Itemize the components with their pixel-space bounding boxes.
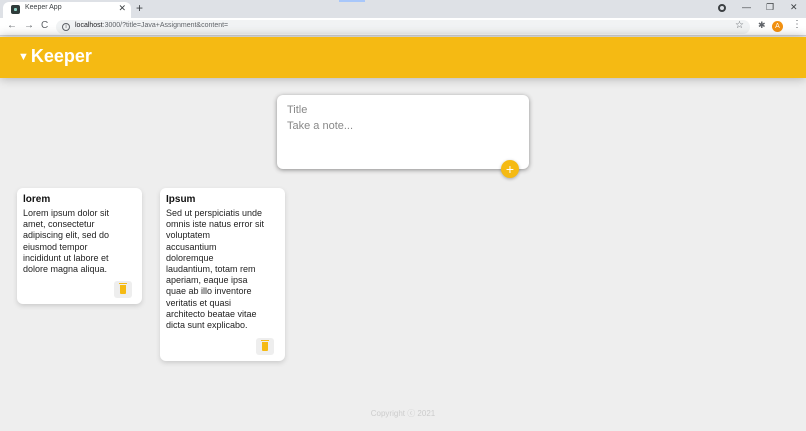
delete-note-button[interactable] — [256, 338, 274, 355]
browser-tab-bar: Keeper App ✕ + — ❐ ✕ — [0, 0, 806, 18]
note-title: Ipsum — [166, 194, 196, 205]
note-title-input[interactable] — [287, 102, 519, 118]
info-icon[interactable]: i — [62, 23, 70, 31]
window-close-button[interactable]: ✕ — [790, 2, 798, 13]
note-content-input[interactable] — [287, 120, 519, 160]
minimize-button[interactable]: — — [742, 2, 751, 12]
note-content: Sed ut perspiciatis unde omnis iste natu… — [166, 208, 265, 331]
tab-title: Keeper App — [25, 4, 62, 11]
footer-copyright: Copyright ⓒ 2021 — [370, 409, 436, 418]
maximize-button[interactable]: ❐ — [766, 2, 774, 13]
extensions-icon[interactable]: ✱ — [758, 20, 766, 31]
favicon-icon — [11, 5, 20, 14]
create-note-form — [277, 95, 529, 169]
bookmark-star-icon[interactable]: ☆ — [735, 20, 744, 31]
trash-icon — [119, 283, 127, 294]
profile-avatar[interactable]: A — [772, 21, 783, 32]
url-text[interactable]: localhost:3000/?title=Java+Assignment&co… — [75, 22, 228, 29]
new-tab-button[interactable]: + — [136, 1, 143, 15]
add-note-button[interactable]: + — [501, 160, 519, 178]
forward-button[interactable]: → — [24, 20, 34, 31]
app-logo: ▼ Keeper — [18, 46, 92, 66]
browser-tab[interactable]: Keeper App ✕ — [3, 2, 131, 18]
app-header: ▼ Keeper — [0, 37, 806, 78]
tab-close-icon[interactable]: ✕ — [118, 3, 126, 14]
address-bar[interactable]: i localhost:3000/?title=Java+Assignment&… — [56, 20, 750, 34]
logo-mark-icon: ▼ — [18, 51, 29, 63]
note-card: lorem Lorem ipsum dolor sit amet, consec… — [17, 188, 142, 304]
back-button[interactable]: ← — [7, 20, 17, 31]
trash-icon — [261, 340, 269, 351]
note-card: Ipsum Sed ut perspiciatis unde omnis ist… — [160, 188, 285, 361]
reload-button[interactable]: C — [41, 20, 48, 31]
browser-toolbar: ← → C i localhost:3000/?title=Java+Assig… — [0, 18, 806, 36]
record-icon[interactable] — [718, 4, 726, 12]
tab-strip-indicator — [339, 0, 365, 2]
note-title: lorem — [23, 194, 51, 205]
delete-note-button[interactable] — [114, 281, 132, 298]
note-content: Lorem ipsum dolor sit amet, consectetur … — [23, 208, 110, 275]
browser-menu-icon[interactable]: ⋮ — [792, 19, 802, 30]
